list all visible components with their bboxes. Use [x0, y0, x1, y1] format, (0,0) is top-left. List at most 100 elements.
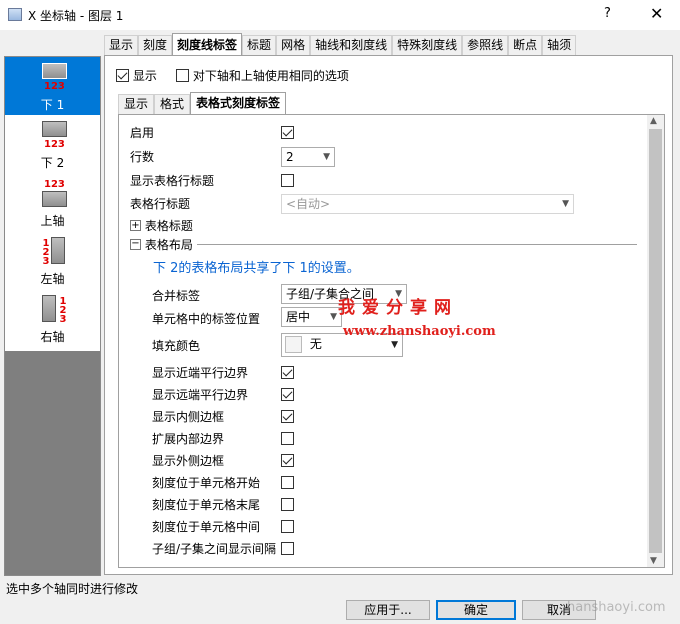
option-label: 子组/子集之间显示间隔 — [152, 542, 277, 556]
rows-select-value: 2 — [286, 150, 294, 164]
table-title-group[interactable]: + 表格标题 — [130, 217, 193, 234]
show-row-header-label: 显示表格行标题 — [130, 174, 215, 188]
subtab-1[interactable]: 格式 — [154, 94, 191, 114]
fill-color-label: 填充颜色 — [152, 339, 201, 353]
watermark-corner: hanshaoyi.com — [567, 600, 666, 615]
axis-item-label: 左轴 — [40, 272, 65, 286]
option-checkbox[interactable] — [281, 542, 294, 555]
table-layout-group[interactable]: − 表格布局 — [130, 236, 193, 253]
top-axis-icon: 123 — [39, 179, 69, 209]
chevron-down-icon: ▼ — [562, 199, 569, 209]
title-bar: X 坐标轴 - 图层 1 ? ✕ — [0, 0, 680, 30]
axis-digits: 123 — [44, 139, 65, 150]
tab-6[interactable]: 特殊刻度线 — [392, 35, 463, 55]
merge-label: 合并标签 — [152, 289, 201, 303]
axis-item-4[interactable]: 123 右轴 — [5, 289, 100, 347]
scroll-up-icon[interactable]: ▲ — [650, 116, 657, 126]
row-header-select-value: <自动> — [286, 197, 331, 211]
enable-checkbox[interactable] — [281, 126, 294, 139]
tab-9[interactable]: 轴须 — [542, 35, 577, 55]
section-divider — [197, 244, 637, 245]
label-position-value: 居中 — [286, 310, 311, 324]
fill-color-value: 无 — [309, 336, 322, 351]
vertical-scrollbar[interactable]: ▲ ▼ — [647, 115, 664, 567]
option-checkbox[interactable] — [281, 410, 294, 423]
scroll-thumb[interactable] — [649, 129, 662, 553]
option-label: 刻度位于单元格末尾 — [152, 498, 261, 512]
option-label: 显示内侧边框 — [152, 410, 225, 424]
subtab-0[interactable]: 显示 — [118, 94, 155, 114]
axis-list-panel: 123 下 1 123 下 2 123 上轴 123 左轴 123 右轴 — [4, 56, 101, 576]
ok-button[interactable]: 确定 — [436, 600, 516, 620]
table-label-panel: ▲ ▼ 启用 行数 2 ▼ 显示表格行标题 表格行标题 <自动> ▼ + 表格标… — [118, 114, 665, 568]
axis-item-3[interactable]: 123 左轴 — [5, 231, 100, 289]
window-title: X 坐标轴 - 图层 1 — [28, 9, 124, 23]
axis-item-label: 下 1 — [40, 98, 65, 112]
row-header-label: 表格行标题 — [130, 197, 191, 211]
option-checkbox[interactable] — [281, 388, 294, 401]
right-axis-icon: 123 — [39, 295, 69, 325]
axis-item-2[interactable]: 123 上轴 — [5, 173, 100, 231]
bottom-axis-icon: 123 — [39, 121, 69, 151]
tab-7[interactable]: 参照线 — [462, 35, 509, 55]
row-header-select[interactable]: <自动> ▼ — [281, 194, 574, 214]
scroll-down-icon[interactable]: ▼ — [650, 556, 657, 566]
option-checkbox[interactable] — [281, 454, 294, 467]
rows-select[interactable]: 2 ▼ — [281, 147, 335, 167]
bottom-axis-icon: 123 — [39, 63, 69, 93]
layout-note: 下 2的表格布局共享了下 1的设置。 — [153, 261, 360, 276]
label-position-select[interactable]: 居中 ▼ — [281, 307, 342, 327]
tab-8[interactable]: 断点 — [508, 35, 543, 55]
show-checkbox[interactable] — [116, 69, 129, 82]
axis-item-label: 下 2 — [40, 156, 65, 170]
same-options-checkbox-row[interactable]: 对下轴和上轴使用相同的选项 — [176, 67, 349, 84]
show-label: 显示 — [132, 69, 157, 83]
watermark-url: www.zhanshaoyi.com — [343, 324, 496, 339]
window-icon — [8, 8, 22, 21]
tab-0[interactable]: 显示 — [104, 35, 139, 55]
tab-4[interactable]: 网格 — [276, 35, 311, 55]
axis-item-label: 上轴 — [40, 214, 65, 228]
show-row-header-checkbox[interactable] — [281, 174, 294, 187]
table-title-label: 表格标题 — [144, 219, 193, 233]
axis-item-0[interactable]: 123 下 1 — [5, 57, 100, 115]
option-label: 刻度位于单元格中间 — [152, 520, 261, 534]
option-checkbox[interactable] — [281, 432, 294, 445]
same-options-checkbox[interactable] — [176, 69, 189, 82]
option-checkbox[interactable] — [281, 476, 294, 489]
collapse-minus-icon[interactable]: − — [130, 239, 141, 250]
option-label: 扩展内部边界 — [152, 432, 225, 446]
same-options-label: 对下轴和上轴使用相同的选项 — [192, 69, 349, 83]
color-swatch-icon — [285, 336, 302, 353]
option-checkbox[interactable] — [281, 366, 294, 379]
expand-plus-icon[interactable]: + — [130, 220, 141, 231]
option-label: 显示近端平行边界 — [152, 366, 249, 380]
option-label: 显示远端平行边界 — [152, 388, 249, 402]
table-layout-label: 表格布局 — [144, 238, 193, 252]
axis-item-label: 右轴 — [40, 330, 65, 344]
enable-label: 启用 — [130, 126, 155, 140]
help-button[interactable]: ? — [604, 6, 611, 21]
axis-digits: 123 — [44, 81, 65, 92]
apply-to-button[interactable]: 应用于... — [346, 600, 430, 620]
rows-label: 行数 — [130, 150, 155, 164]
option-label: 刻度位于单元格开始 — [152, 476, 261, 490]
option-checkbox[interactable] — [281, 498, 294, 511]
tab-1[interactable]: 刻度 — [138, 35, 173, 55]
close-button[interactable]: ✕ — [650, 4, 663, 23]
subtab-2[interactable]: 表格式刻度标签 — [190, 92, 287, 114]
show-checkbox-row[interactable]: 显示 — [116, 67, 157, 84]
tab-3[interactable]: 标题 — [242, 35, 277, 55]
axis-item-1[interactable]: 123 下 2 — [5, 115, 100, 173]
axis-digits: 123 — [44, 179, 65, 190]
label-position-label: 单元格中的标签位置 — [152, 312, 261, 326]
option-checkbox[interactable] — [281, 520, 294, 533]
top-tab-bar: 显示 刻度 刻度线标签 标题 网格 轴线和刻度线 特殊刻度线 参照线 断点 轴须 — [104, 33, 577, 56]
axis-digits: 123 — [59, 296, 67, 325]
tab-5[interactable]: 轴线和刻度线 — [310, 35, 393, 55]
status-text: 选中多个轴同时进行修改 — [6, 582, 139, 596]
chevron-down-icon: ▼ — [323, 152, 330, 162]
left-axis-icon: 123 — [39, 237, 69, 267]
chevron-down-icon: ▼ — [330, 312, 337, 322]
tab-2[interactable]: 刻度线标签 — [172, 33, 243, 56]
